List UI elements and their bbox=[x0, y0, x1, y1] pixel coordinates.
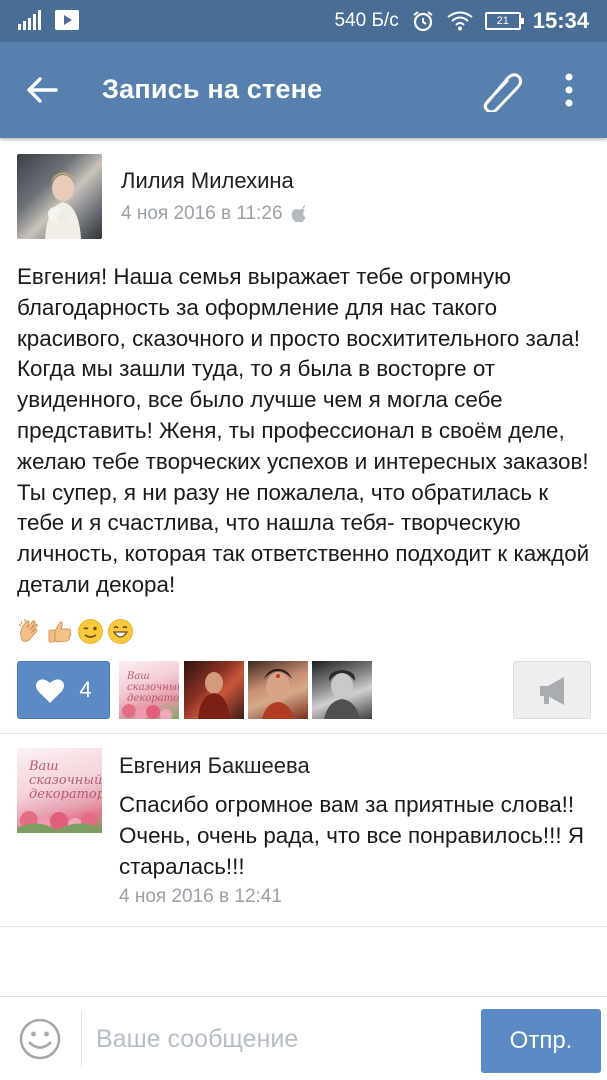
megaphone-icon bbox=[540, 677, 564, 705]
comment-divider bbox=[0, 926, 607, 927]
liker-avatar[interactable] bbox=[312, 661, 372, 719]
post-date-text: 4 ноя 2016 в 11:26 bbox=[121, 203, 283, 224]
share-button[interactable] bbox=[513, 661, 591, 719]
avatar-photo bbox=[262, 669, 294, 719]
comment-date: 4 ноя 2016 в 12:41 bbox=[119, 886, 282, 907]
message-input[interactable] bbox=[96, 1017, 466, 1061]
media-play-icon bbox=[55, 10, 79, 30]
more-options-button[interactable] bbox=[556, 70, 582, 110]
status-bar: 540 Б/с 21 15:34 bbox=[0, 0, 607, 42]
clapping-hands-emoji bbox=[18, 619, 38, 642]
post-author-avatar[interactable] bbox=[17, 154, 102, 239]
network-speed: 540 Б/с bbox=[334, 10, 399, 31]
signal-strength-icon bbox=[18, 10, 41, 30]
winking-face-emoji bbox=[78, 619, 103, 644]
smiley-icon bbox=[19, 1018, 61, 1060]
heart-icon bbox=[36, 678, 65, 703]
avatar-photo bbox=[45, 172, 81, 239]
more-vertical-icon bbox=[565, 73, 573, 107]
floral-decoration bbox=[17, 811, 102, 833]
post-author-name[interactable]: Лилия Милехина bbox=[121, 168, 294, 194]
emoji-row bbox=[17, 618, 134, 645]
post-date: 4 ноя 2016 в 11:26 bbox=[121, 203, 307, 225]
avatar-photo bbox=[198, 672, 230, 719]
liker-avatar[interactable] bbox=[184, 661, 244, 719]
post-divider bbox=[0, 733, 607, 734]
send-button[interactable]: Отпр. bbox=[481, 1009, 601, 1073]
alarm-clock-icon bbox=[413, 11, 433, 32]
like-count: 4 bbox=[79, 677, 92, 702]
post-text: Евгения! Наша семья выражает тебе огромн… bbox=[17, 264, 590, 597]
attach-button[interactable] bbox=[474, 68, 524, 114]
back-arrow-icon bbox=[27, 77, 58, 103]
page-title: Запись на стене bbox=[102, 74, 323, 104]
liker-avatar[interactable]: Ваш сказочный декоратор bbox=[119, 661, 179, 719]
like-button[interactable]: 4 bbox=[17, 661, 110, 719]
floral-decoration bbox=[122, 704, 172, 719]
grinning-face-emoji bbox=[108, 619, 133, 644]
liker-avatar[interactable] bbox=[248, 661, 308, 719]
comment-author-name[interactable]: Евгения Бакшеева bbox=[119, 753, 310, 779]
apple-icon bbox=[291, 205, 306, 223]
status-bar-left bbox=[18, 10, 79, 30]
thumbs-up-emoji bbox=[48, 621, 72, 643]
comment-author-avatar[interactable]: Ваш сказочный декоратор bbox=[17, 748, 102, 833]
status-bar-right: 540 Б/с 21 15:34 bbox=[334, 8, 589, 34]
clock-time: 15:34 bbox=[532, 8, 589, 33]
battery-icon: 21 bbox=[484, 12, 524, 30]
avatar-photo bbox=[324, 670, 360, 719]
comment-text: Спасибо огромное вам за приятные слова!!… bbox=[119, 792, 584, 879]
compose-bar: Отпр. bbox=[0, 996, 607, 1080]
emoji-button[interactable] bbox=[18, 1017, 62, 1061]
wifi-icon bbox=[447, 11, 473, 31]
app-bar: Запись на стене bbox=[0, 42, 607, 138]
compose-separator bbox=[81, 1011, 82, 1067]
paperclip-icon bbox=[483, 73, 523, 114]
back-button[interactable] bbox=[22, 70, 62, 110]
